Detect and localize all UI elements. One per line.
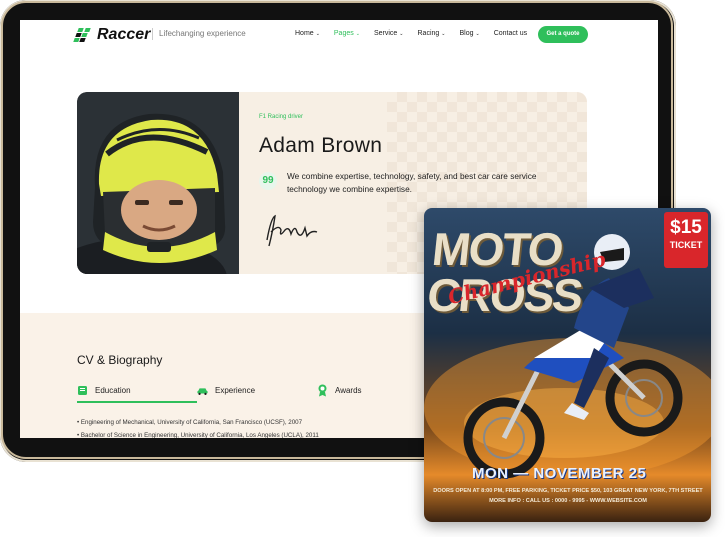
nav-item-service[interactable]: Service ⌄ [374, 30, 404, 37]
chevron-down-icon: ⌄ [355, 30, 360, 37]
driver-quote: We combine expertise, technology, safety… [287, 171, 537, 194]
tab-education[interactable]: Education [77, 379, 197, 403]
nav-label: Home [295, 30, 314, 37]
signature-image [261, 210, 321, 255]
flyer-date: MON — NOVEMBER 25 [472, 465, 647, 482]
site-tagline: Lifechanging experience [152, 28, 246, 40]
book-icon [77, 385, 88, 396]
cv-tabs: Education Experience Awards [77, 379, 437, 403]
cv-title: CV & Biography [77, 353, 163, 367]
nav-label: Blog [459, 30, 474, 37]
ticket-label: TICKET [669, 240, 703, 250]
get-quote-button[interactable]: Get a quote [538, 26, 588, 43]
ticket-price: $15 [670, 217, 702, 238]
chevron-down-icon: ⌄ [315, 30, 320, 37]
nav-label: Racing [417, 30, 440, 37]
tab-label: Awards [335, 385, 362, 395]
driver-role: F1 Racing driver [259, 114, 304, 120]
tab-label: Experience [215, 385, 256, 395]
main-nav: Home ⌄ Pages ⌄ Service ⌄ Racing ⌄ Blog ⌄ Cont… [295, 30, 527, 37]
motocross-flyer-image: MOTO CROSS Championship $15 TICKET MON —… [424, 208, 711, 522]
logo-text: Raccer [97, 26, 151, 43]
chevron-down-icon: ⌄ [475, 30, 480, 37]
nav-item-blog[interactable]: Blog ⌄ [460, 30, 480, 37]
nav-label: Pages [333, 30, 354, 37]
award-icon [317, 384, 328, 396]
site-header: Raccer Lifechanging experience Home ⌄ Pag… [20, 20, 658, 52]
nav-item-pages[interactable]: Pages ⌄ [334, 30, 360, 37]
tab-label: Education [95, 385, 131, 395]
car-icon [197, 385, 208, 396]
list-item: Engineering of Mechanical, University of… [77, 416, 319, 429]
nav-item-contact[interactable]: Contact us [494, 30, 527, 37]
ticket-badge: $15 TICKET [664, 212, 708, 268]
flyer-info-line: MORE INFO : CALL US : 0000 - 9995 - WWW.… [489, 498, 647, 504]
driver-name: Adam Brown [259, 134, 383, 157]
driver-photo [77, 92, 239, 274]
site-logo[interactable]: Raccer [73, 26, 151, 44]
flyer-info-line: DOORS OPEN AT 8:00 PM, FREE PARKING, TIC… [433, 488, 703, 494]
chevron-down-icon: ⌄ [399, 30, 404, 37]
chevron-down-icon: ⌄ [441, 30, 446, 37]
tab-experience[interactable]: Experience [197, 379, 317, 401]
logo-flag-icon [73, 28, 94, 42]
education-list: Engineering of Mechanical, University of… [77, 416, 319, 438]
nav-label: Contact us [493, 30, 528, 37]
helmet-portrait-illustration [77, 92, 239, 274]
list-item: Bachelor of Science in Engineering, Univ… [77, 429, 319, 438]
nav-item-home[interactable]: Home ⌄ [295, 30, 320, 37]
nav-label: Service [373, 30, 398, 37]
flyer-info: DOORS OPEN AT 8:00 PM, FREE PARKING, TIC… [430, 486, 706, 506]
nav-item-racing[interactable]: Racing ⌄ [418, 30, 446, 37]
quote-icon: 99 [259, 172, 277, 190]
tab-awards[interactable]: Awards [317, 379, 437, 401]
